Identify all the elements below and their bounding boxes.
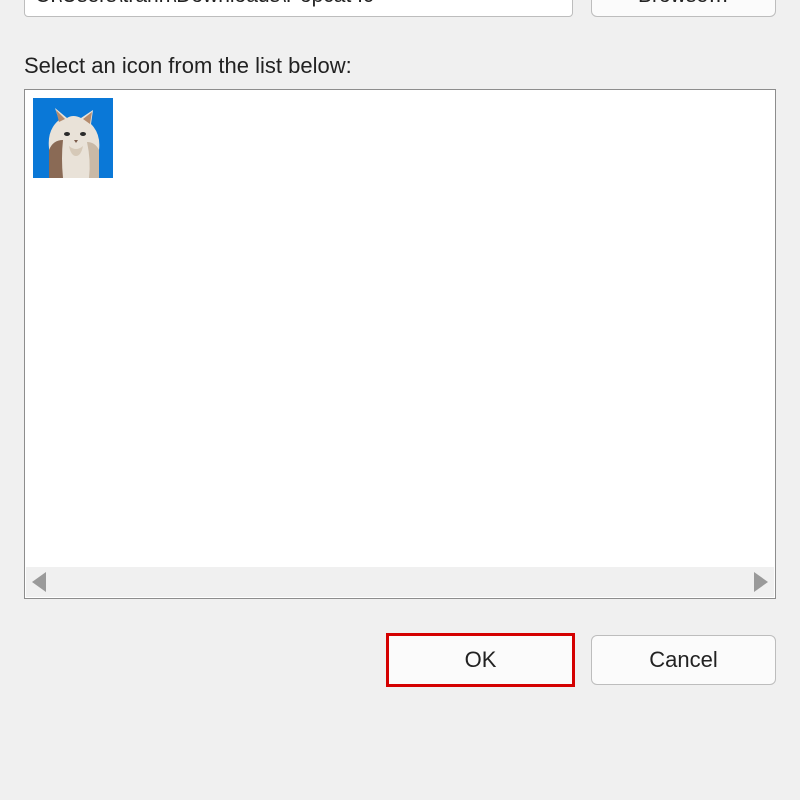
icon-list[interactable] xyxy=(24,89,776,599)
icon-item-popcat[interactable] xyxy=(33,98,113,178)
icon-path-input[interactable]: C:\Users\trann\Downloads\Popcat Ic xyxy=(24,0,573,17)
select-icon-label: Select an icon from the list below: xyxy=(24,53,776,79)
scroll-right-arrow-icon[interactable] xyxy=(754,572,768,592)
ok-button-label: OK xyxy=(465,647,497,673)
ok-button[interactable]: OK xyxy=(388,635,573,685)
cancel-button[interactable]: Cancel xyxy=(591,635,776,685)
path-row: C:\Users\trann\Downloads\Popcat Ic Brows… xyxy=(24,0,776,17)
popcat-icon xyxy=(41,106,105,178)
browse-button-label: Browse… xyxy=(638,0,729,8)
scroll-left-arrow-icon[interactable] xyxy=(32,572,46,592)
cancel-button-label: Cancel xyxy=(649,647,717,673)
horizontal-scrollbar[interactable] xyxy=(26,567,774,597)
browse-button[interactable]: Browse… xyxy=(591,0,776,17)
change-icon-dialog: C:\Users\trann\Downloads\Popcat Ic Brows… xyxy=(0,0,800,685)
icon-path-value: C:\Users\trann\Downloads\Popcat Ic xyxy=(35,0,373,8)
dialog-button-row: OK Cancel xyxy=(24,635,776,685)
